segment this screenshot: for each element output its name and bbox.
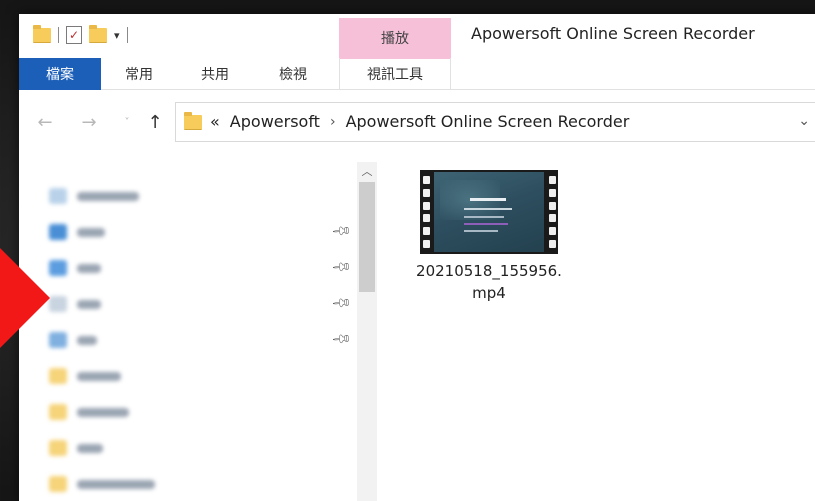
- navigation-pane-scrollbar[interactable]: ︿: [357, 162, 377, 501]
- nav-item[interactable]: [49, 256, 101, 280]
- file-item[interactable]: 20210518_155956.mp4: [413, 170, 565, 310]
- pictures-icon: [49, 332, 67, 348]
- film-strip-icon: [546, 170, 558, 254]
- pin-icon[interactable]: 📌︎: [330, 292, 352, 314]
- properties-icon[interactable]: ✓: [66, 26, 82, 44]
- downloads-icon: [49, 260, 67, 276]
- folder-icon[interactable]: [33, 24, 51, 43]
- quick-access-toolbar: ✓ ▾: [33, 22, 128, 48]
- tab-file[interactable]: 檔案: [19, 58, 101, 90]
- nav-item[interactable]: [49, 184, 139, 208]
- file-list-pane: 20210518_155956.mp4: [377, 162, 815, 501]
- arrow-right-icon[interactable]: →: [77, 108, 101, 136]
- folder-icon: [49, 368, 67, 384]
- folder-icon: [49, 476, 67, 492]
- nav-item[interactable]: [49, 292, 101, 316]
- arrow-left-icon[interactable]: ←: [33, 108, 57, 136]
- toolbar-separator: [58, 27, 59, 43]
- tab-share[interactable]: 共用: [183, 58, 247, 90]
- pin-icon[interactable]: 📌︎: [330, 328, 352, 350]
- breadcrumb: « Apowersoft › Apowersoft Online Screen …: [210, 112, 629, 131]
- quick-access-icon: [49, 188, 67, 204]
- film-strip-icon: [420, 170, 432, 254]
- file-name: 20210518_155956.mp4: [416, 262, 562, 302]
- folder-icon: [184, 112, 202, 130]
- ribbon-tabs: 檔案 常用 共用 檢視 視訊工具: [19, 58, 815, 90]
- navigation-pane: 📌︎ 📌︎ 📌︎ 📌︎: [19, 162, 357, 501]
- tab-view[interactable]: 檢視: [261, 58, 325, 90]
- pin-icon[interactable]: 📌︎: [330, 220, 352, 242]
- red-arrow-annotation: [0, 236, 50, 360]
- folder-icon: [49, 404, 67, 420]
- nav-item[interactable]: [49, 364, 121, 388]
- nav-item[interactable]: [49, 436, 103, 460]
- folder-icon: [49, 440, 67, 456]
- context-tab-group-label: 播放: [339, 18, 451, 58]
- nav-item[interactable]: [49, 220, 105, 244]
- nav-item[interactable]: [49, 472, 155, 496]
- chevron-down-icon[interactable]: ⌄: [798, 113, 810, 129]
- toolbar-separator: [126, 27, 128, 43]
- nav-item[interactable]: [49, 400, 129, 424]
- new-folder-icon[interactable]: [89, 24, 107, 43]
- documents-icon: [49, 296, 67, 312]
- navigation-bar: ← → ˅ ↑ « Apowersoft › Apowersoft Online…: [19, 102, 815, 144]
- file-explorer-window: ✓ ▾ 播放 Apowersoft Online Screen Recorder…: [19, 14, 815, 501]
- breadcrumb-separator[interactable]: ›: [330, 114, 336, 130]
- pin-icon[interactable]: 📌︎: [330, 256, 352, 278]
- tab-home[interactable]: 常用: [107, 58, 171, 90]
- breadcrumb-overflow[interactable]: «: [210, 112, 220, 131]
- scroll-up-arrow-icon[interactable]: ︿: [357, 162, 377, 180]
- window-title: Apowersoft Online Screen Recorder: [471, 24, 755, 43]
- tab-video-tools[interactable]: 視訊工具: [339, 58, 451, 90]
- customize-dropdown-icon[interactable]: ▾: [114, 29, 120, 42]
- video-thumbnail: [420, 170, 558, 254]
- arrow-up-icon[interactable]: ↑: [143, 108, 167, 136]
- breadcrumb-item-recorder[interactable]: Apowersoft Online Screen Recorder: [346, 112, 630, 131]
- recent-locations-chevron-icon[interactable]: ˅: [115, 108, 139, 136]
- address-bar[interactable]: « Apowersoft › Apowersoft Online Screen …: [175, 102, 815, 142]
- scroll-thumb[interactable]: [359, 182, 375, 292]
- nav-item[interactable]: [49, 328, 97, 352]
- video-frame: [434, 172, 544, 252]
- title-bar: ✓ ▾ 播放 Apowersoft Online Screen Recorder: [19, 14, 815, 58]
- desktop-icon: [49, 224, 67, 240]
- breadcrumb-item-apowersoft[interactable]: Apowersoft: [230, 112, 320, 131]
